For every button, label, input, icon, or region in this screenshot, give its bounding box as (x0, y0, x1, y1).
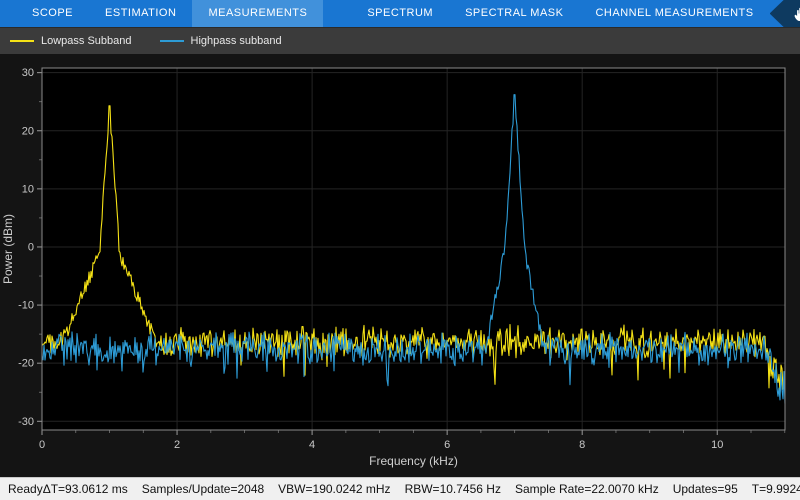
x-tick-label: 0 (39, 439, 45, 451)
tab-spectral-mask[interactable]: SPECTRAL MASK (449, 0, 579, 27)
status-metric: RBW=10.7456 Hz (404, 482, 501, 496)
status-metric: VBW=190.0242 mHz (278, 482, 391, 496)
legend-bar: Lowpass Subband Highpass subband (0, 27, 800, 54)
y-tick-label: 10 (22, 183, 34, 195)
spectrum-analyzer-window: SCOPE ESTIMATION MEASUREMENTS SPECTRUM SPECT… (0, 0, 800, 500)
legend-item-highpass[interactable]: Highpass subband (159, 35, 282, 47)
tab-estimation[interactable]: ESTIMATION (89, 0, 192, 27)
y-tick-label: -10 (18, 300, 34, 312)
legend-label: Highpass subband (190, 35, 282, 47)
toolstrip-tabbar: SCOPE ESTIMATION MEASUREMENTS SPECTRUM SPECT… (0, 0, 800, 27)
y-axis-label: Power (dBm) (1, 214, 15, 284)
toolstrip-tabs: SCOPE ESTIMATION MEASUREMENTS SPECTRUM SPECT… (0, 0, 770, 27)
status-metric: ΔT=93.0612 ms (42, 482, 128, 496)
tab-channel-measurements[interactable]: CHANNEL MEASUREMENTS (579, 0, 769, 27)
status-metric: Sample Rate=22.0070 kHz (514, 482, 659, 496)
hand-tool-icon[interactable] (794, 6, 800, 22)
spectrum-plot[interactable]: 0 2 4 6 8 10 -30 -20 -10 0 10 20 30 Frequency (kHz) Po… (0, 54, 800, 477)
x-tick-label: 4 (309, 439, 315, 451)
tab-measurements[interactable]: MEASUREMENTS (192, 0, 324, 27)
status-metric: T=9.9924 (751, 482, 800, 496)
x-axis-label: Frequency (kHz) (369, 454, 458, 468)
y-tick-label: -30 (18, 416, 34, 428)
status-metrics: ΔT=93.0612 ms Samples/Update=2048 VBW=190.… (43, 482, 800, 496)
status-bar: Ready ΔT=93.0612 ms Samples/Update=2048 VB… (0, 477, 800, 500)
legend-line-swatch (159, 40, 184, 42)
status-metric: Samples/Update=2048 (141, 482, 265, 496)
legend-item-lowpass[interactable]: Lowpass Subband (10, 35, 132, 47)
legend-line-swatch (10, 40, 34, 42)
status-state: Ready (8, 482, 43, 496)
y-tick-label: 20 (22, 125, 34, 137)
legend-label: Lowpass Subband (41, 35, 132, 47)
status-metric: Updates=95 (672, 482, 738, 496)
x-tick-label: 2 (174, 439, 180, 451)
x-tick-label: 10 (711, 439, 723, 451)
y-tick-label: 30 (22, 67, 34, 79)
tab-spectrum[interactable]: SPECTRUM (351, 0, 449, 27)
y-tick-label: -20 (18, 358, 34, 370)
tab-scope[interactable]: SCOPE (16, 0, 89, 27)
plot-region[interactable]: 0 2 4 6 8 10 -30 -20 -10 0 10 20 30 Frequency (kHz) Po… (0, 54, 800, 477)
x-tick-label: 6 (444, 439, 450, 451)
toolstrip-collapse-area: ... (769, 0, 800, 27)
x-tick-label: 8 (579, 439, 585, 451)
y-tick-label: 0 (28, 241, 34, 253)
